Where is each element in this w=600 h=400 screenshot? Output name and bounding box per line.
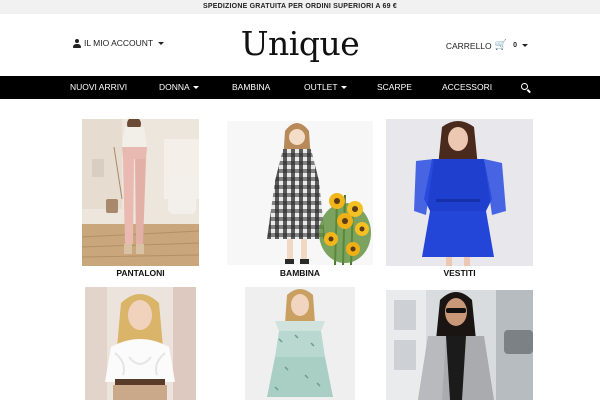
user-icon bbox=[73, 38, 81, 48]
nav-item-label: SCARPE bbox=[377, 82, 412, 92]
nav-item-label: DONNA bbox=[159, 82, 190, 92]
nav-item-label: OUTLET bbox=[304, 82, 338, 92]
category-image-vestiti bbox=[386, 119, 533, 266]
nav-item-label: ACCESSORI bbox=[442, 82, 493, 92]
cart-label: CARRELLO bbox=[445, 40, 492, 51]
promo-bar: SPEDIZIONE GRATUITA PER ORDINI SUPERIORI… bbox=[0, 0, 600, 14]
category-label: VESTITI bbox=[443, 268, 476, 278]
category-image-pantaloni bbox=[82, 119, 199, 266]
cart-menu[interactable]: CARRELLO 🛒 0 bbox=[446, 40, 528, 51]
account-menu[interactable]: IL MIO ACCOUNT bbox=[73, 38, 165, 48]
header: IL MIO ACCOUNT Unique CARRELLO 🛒 0 bbox=[0, 14, 600, 76]
category-tile-4[interactable] bbox=[85, 287, 196, 400]
search-icon[interactable] bbox=[521, 83, 530, 92]
nav-item-label: BAMBINA bbox=[232, 82, 271, 92]
nav-item-outlet[interactable]: OUTLET bbox=[304, 76, 347, 99]
category-tile-vestiti[interactable]: VESTITI bbox=[386, 119, 533, 279]
cart-icon: 🛒 bbox=[494, 40, 508, 51]
account-label: IL MIO ACCOUNT bbox=[84, 38, 154, 48]
nav-item-bambina[interactable]: BAMBINA bbox=[232, 76, 270, 99]
category-tile-6[interactable] bbox=[386, 290, 533, 400]
nav-item-accessori[interactable]: ACCESSORI bbox=[442, 76, 492, 99]
nav-item-label: NUOVI ARRIVI bbox=[70, 82, 128, 92]
cart-count: 0 bbox=[513, 42, 517, 49]
category-image-4 bbox=[85, 287, 196, 400]
promo-text: SPEDIZIONE GRATUITA PER ORDINI SUPERIORI… bbox=[203, 3, 397, 10]
category-tile-5[interactable] bbox=[245, 287, 355, 400]
chevron-down-icon bbox=[192, 86, 199, 89]
category-label: PANTALONI bbox=[116, 268, 165, 278]
main-nav: NUOVI ARRIVI DONNA BAMBINA OUTLET SCARPE… bbox=[0, 76, 600, 99]
chevron-down-icon bbox=[522, 44, 528, 47]
category-image-bambina bbox=[227, 121, 373, 265]
chevron-down-icon bbox=[158, 41, 165, 45]
nav-item-donna[interactable]: DONNA bbox=[159, 76, 199, 99]
category-image-6 bbox=[386, 290, 533, 400]
nav-item-scarpe[interactable]: SCARPE bbox=[377, 76, 412, 99]
category-tile-pantaloni[interactable]: PANTALONI bbox=[82, 119, 199, 279]
category-tile-bambina[interactable]: BAMBINA bbox=[227, 121, 373, 279]
logo[interactable]: Unique bbox=[240, 24, 360, 63]
category-label: BAMBINA bbox=[279, 268, 321, 278]
category-image-5 bbox=[245, 287, 355, 400]
chevron-down-icon bbox=[340, 86, 347, 89]
nav-item-nuovi-arrivi[interactable]: NUOVI ARRIVI bbox=[70, 76, 127, 99]
